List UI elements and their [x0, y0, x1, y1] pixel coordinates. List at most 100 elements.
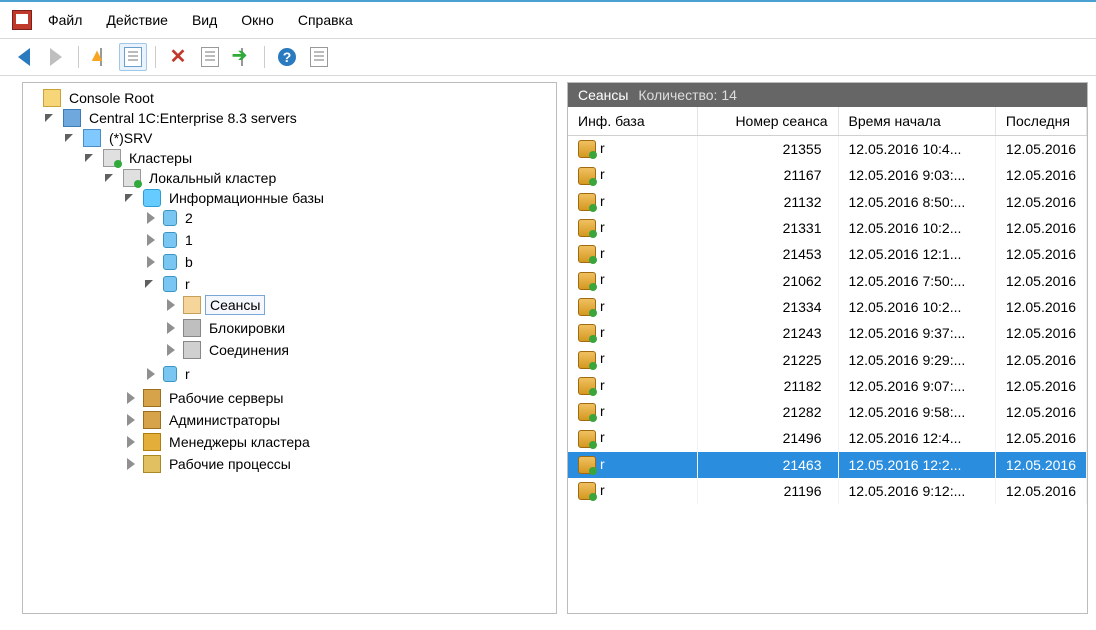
cell-infobase: r — [568, 320, 698, 346]
menu-help[interactable]: Справка — [290, 10, 361, 30]
show-tree-button[interactable] — [119, 43, 147, 71]
tree-node-db-r2[interactable]: r — [145, 365, 554, 383]
cell-last: 12.05.2016 — [995, 267, 1086, 293]
settings-button[interactable] — [305, 43, 333, 71]
tree-node-infobases[interactable]: Информационные базы — [125, 189, 554, 207]
tree-label: Рабочие серверы — [165, 389, 287, 407]
tree-panel[interactable]: Console Root Central 1C:Enterprise 8.3 s… — [22, 82, 557, 614]
up-button[interactable]: ▲ — [87, 43, 115, 71]
table-row[interactable]: r2145312.05.2016 12:1...12.05.2016 — [568, 241, 1087, 267]
table-row[interactable]: r2116712.05.2016 9:03:...12.05.2016 — [568, 162, 1087, 188]
col-infobase[interactable]: Инф. база — [568, 107, 698, 136]
user-session-icon — [578, 456, 596, 474]
cell-last: 12.05.2016 — [995, 136, 1086, 163]
tree-node-locks[interactable]: Блокировки — [165, 319, 554, 337]
table-scroll[interactable]: Инф. база Номер сеанса Время начала Посл… — [568, 107, 1087, 613]
properties-button[interactable] — [196, 43, 224, 71]
tree-label: Блокировки — [205, 319, 289, 337]
user-session-icon — [578, 298, 596, 316]
infobases-icon — [143, 189, 161, 207]
delete-icon: ✕ — [170, 47, 187, 67]
tree-label: Кластеры — [125, 149, 196, 167]
database-icon — [163, 276, 177, 292]
cell-infobase: r — [568, 425, 698, 451]
menu-action[interactable]: Действие — [98, 10, 176, 30]
tree-node-local-cluster[interactable]: Локальный кластер — [105, 169, 554, 187]
table-row[interactable]: r2106212.05.2016 7:50:...12.05.2016 — [568, 267, 1087, 293]
user-session-icon — [578, 430, 596, 448]
table-row[interactable]: r2118212.05.2016 9:07:...12.05.2016 — [568, 373, 1087, 399]
menu-window[interactable]: Окно — [233, 10, 282, 30]
menu-view[interactable]: Вид — [184, 10, 225, 30]
cell-last: 12.05.2016 — [995, 189, 1086, 215]
delete-button[interactable]: ✕ — [164, 43, 192, 71]
table-row[interactable]: r2146312.05.2016 12:2...12.05.2016 — [568, 452, 1087, 478]
nav-back-button[interactable] — [10, 43, 38, 71]
tree-label: Central 1C:Enterprise 8.3 servers — [85, 109, 301, 127]
toolbar-separator — [78, 46, 79, 68]
cell-start-time: 12.05.2016 7:50:... — [838, 267, 995, 293]
help-button[interactable]: ? — [273, 43, 301, 71]
sessions-table: Инф. база Номер сеанса Время начала Посл… — [568, 107, 1087, 504]
nav-forward-button[interactable] — [42, 43, 70, 71]
user-session-icon — [578, 245, 596, 263]
cell-session-no: 21243 — [698, 320, 838, 346]
table-row[interactable]: r2124312.05.2016 9:37:...12.05.2016 — [568, 320, 1087, 346]
user-session-icon — [578, 403, 596, 421]
user-session-icon — [578, 193, 596, 211]
tree-node-db-r[interactable]: r — [145, 275, 554, 293]
menu-file[interactable]: Файл — [40, 10, 90, 30]
clusters-icon — [103, 149, 121, 167]
col-start-time[interactable]: Время начала — [838, 107, 995, 136]
table-row[interactable]: r2149612.05.2016 12:4...12.05.2016 — [568, 425, 1087, 451]
tree-node-work-servers[interactable]: Рабочие серверы — [125, 389, 554, 407]
sessions-icon — [183, 296, 201, 314]
tree-node-console-root[interactable]: Console Root — [25, 89, 554, 107]
cell-start-time: 12.05.2016 9:37:... — [838, 320, 995, 346]
table-row[interactable]: r2119612.05.2016 9:12:...12.05.2016 — [568, 478, 1087, 504]
tree-label: Локальный кластер — [145, 169, 280, 187]
col-last[interactable]: Последня — [995, 107, 1086, 136]
tree-node-clusters[interactable]: Кластеры — [85, 149, 554, 167]
table-row[interactable]: r2133112.05.2016 10:2...12.05.2016 — [568, 215, 1087, 241]
cell-infobase: r — [568, 294, 698, 320]
list-title: Сеансы — [578, 87, 628, 103]
database-icon — [163, 254, 177, 270]
tree-node-sessions[interactable]: Сеансы — [165, 295, 554, 315]
database-icon — [163, 210, 177, 226]
tree-node-connections[interactable]: Соединения — [165, 341, 554, 359]
cell-infobase: r — [568, 215, 698, 241]
cell-last: 12.05.2016 — [995, 162, 1086, 188]
app-icon — [12, 10, 32, 30]
tree-label: Информационные базы — [165, 189, 328, 207]
table-row[interactable]: r2122512.05.2016 9:29:...12.05.2016 — [568, 346, 1087, 372]
cell-start-time: 12.05.2016 9:12:... — [838, 478, 995, 504]
table-row[interactable]: r2128212.05.2016 9:58:...12.05.2016 — [568, 399, 1087, 425]
tree-label: Менеджеры кластера — [165, 433, 314, 451]
tree-node-db-1[interactable]: 1 — [145, 231, 554, 249]
tree-node-db-2[interactable]: 2 — [145, 209, 554, 227]
tree-node-cluster-managers[interactable]: Менеджеры кластера — [125, 433, 554, 451]
cell-session-no: 21182 — [698, 373, 838, 399]
settings-icon — [310, 47, 328, 67]
tree-node-central-servers[interactable]: Central 1C:Enterprise 8.3 servers — [45, 109, 554, 127]
cell-start-time: 12.05.2016 12:2... — [838, 452, 995, 478]
cell-last: 12.05.2016 — [995, 320, 1086, 346]
user-session-icon — [578, 351, 596, 369]
tree-node-host[interactable]: (*)SRV — [65, 129, 554, 147]
admins-icon — [143, 411, 161, 429]
cluster-icon — [123, 169, 141, 187]
table-row[interactable]: r2113212.05.2016 8:50:...12.05.2016 — [568, 189, 1087, 215]
user-session-icon — [578, 167, 596, 185]
export-button[interactable]: ➔ — [228, 43, 256, 71]
table-row[interactable]: r2135512.05.2016 10:4...12.05.2016 — [568, 136, 1087, 163]
tree-node-work-processes[interactable]: Рабочие процессы — [125, 455, 554, 473]
tree-node-db-b[interactable]: b — [145, 253, 554, 271]
col-session-no[interactable]: Номер сеанса — [698, 107, 838, 136]
tree-label: Сеансы — [205, 295, 265, 315]
tree-label: r — [181, 275, 194, 293]
arrow-left-icon — [18, 48, 30, 66]
tree-node-admins[interactable]: Администраторы — [125, 411, 554, 429]
tree-label: b — [181, 253, 197, 271]
table-row[interactable]: r2133412.05.2016 10:2...12.05.2016 — [568, 294, 1087, 320]
